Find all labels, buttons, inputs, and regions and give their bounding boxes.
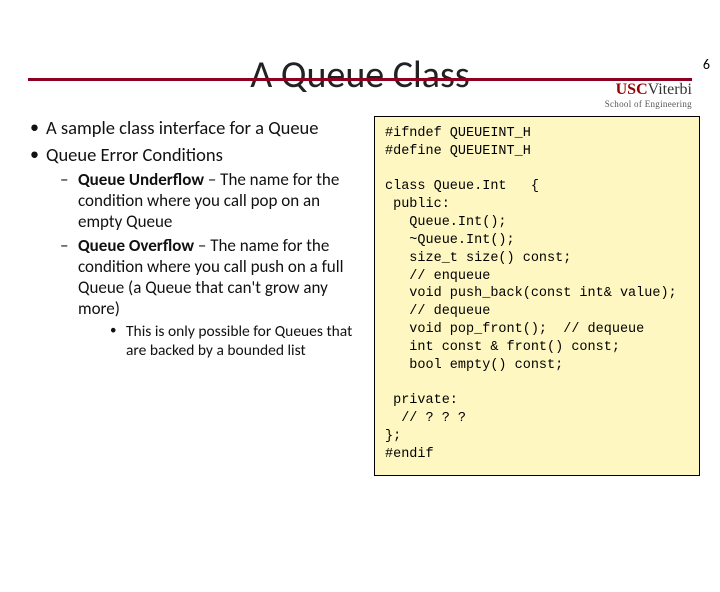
slide-content: A sample class interface for a Queue Que… — [0, 116, 720, 476]
sub-bullet-overflow: Queue Overflow – The name for the condit… — [46, 236, 360, 361]
code-block: #ifndef QUEUEINT_H #define QUEUEINT_H cl… — [374, 116, 700, 476]
usc-viterbi-logo: USCViterbi School of Engineering — [605, 82, 692, 109]
bullet-2: Queue Error Conditions Queue Underflow –… — [28, 143, 360, 361]
sub-bullet-underflow: Queue Underflow – The name for the condi… — [46, 170, 360, 232]
logo-subtitle: School of Engineering — [605, 100, 692, 109]
sub-sub-bullet-bounded: This is only possible for Queues that ar… — [78, 323, 360, 361]
sub-bullet-overflow-lead: Queue Overflow — [78, 235, 194, 256]
page-number: 6 — [703, 56, 710, 73]
logo-usc-text: USC — [616, 81, 648, 98]
bullet-column: A sample class interface for a Queue Que… — [28, 116, 360, 476]
bullet-2-text: Queue Error Conditions — [46, 143, 223, 166]
logo-viterbi-text: Viterbi — [648, 81, 692, 98]
bullet-1: A sample class interface for a Queue — [28, 116, 360, 139]
header-divider — [28, 78, 692, 81]
sub-bullet-underflow-lead: Queue Underflow — [78, 169, 204, 190]
